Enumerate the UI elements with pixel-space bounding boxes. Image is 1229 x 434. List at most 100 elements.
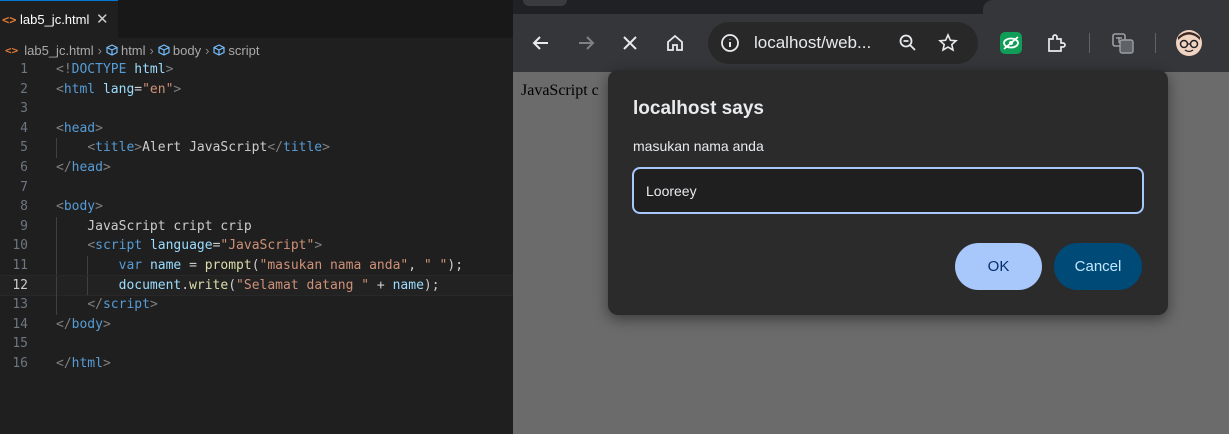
code-token: prompt [204, 257, 252, 273]
code-line[interactable]: 11 var name = prompt("masukan nama anda"… [0, 255, 513, 276]
code-token: </ [56, 316, 72, 332]
code-token: </ [56, 159, 72, 175]
code-token: JavaScript cript crip [56, 218, 252, 234]
code-line[interactable]: 14 </body> [0, 315, 513, 335]
code-token: ( [251, 257, 260, 273]
breadcrumb-separator: › [149, 42, 154, 58]
code-line[interactable]: 16 </html> [0, 354, 513, 374]
code-token: title [95, 140, 135, 156]
line-number: 12 [12, 277, 28, 293]
code-token: = [134, 81, 143, 97]
line-number: 6 [20, 159, 28, 175]
code-token: var [118, 257, 143, 273]
code-token: </ [267, 140, 283, 156]
code-text: <head> [56, 119, 103, 139]
code-line[interactable]: 3 [0, 99, 513, 119]
code-token: head [63, 120, 96, 136]
code-token: ( [228, 277, 237, 293]
code-line[interactable]: 10 <script language="JavaScript"> [0, 236, 513, 256]
code-token: ); [447, 257, 464, 273]
line-number: 16 [12, 355, 28, 371]
site-info-icon[interactable] [720, 33, 740, 53]
breadcrumb-script[interactable]: script [228, 43, 259, 58]
code-token: Alert JavaScript [142, 140, 268, 156]
forward-icon[interactable] [572, 29, 600, 57]
extension-green-icon[interactable] [997, 29, 1025, 57]
stop-icon[interactable] [616, 29, 644, 57]
line-number: 3 [20, 101, 28, 117]
code-line[interactable]: 13 </script> [0, 295, 513, 315]
back-icon[interactable] [527, 29, 555, 57]
prompt-dialog: localhost says masukan nama anda OK Canc… [608, 70, 1168, 315]
symbol-cube-icon [106, 44, 118, 56]
code-text: <title>Alert JavaScript</title> [56, 138, 330, 158]
prompt-input[interactable] [632, 167, 1144, 214]
breadcrumb-separator: › [97, 42, 102, 58]
profile-avatar-icon[interactable] [1175, 29, 1203, 57]
browser-tab[interactable] [983, 0, 1229, 14]
ok-button[interactable]: OK [955, 243, 1042, 290]
indent-guide [56, 216, 57, 237]
code-line[interactable]: 12 document.write("Selamat datang " + na… [0, 274, 514, 297]
editor-tab-bar: <> lab5_jc.html ✕ [0, 0, 513, 38]
home-icon[interactable] [661, 29, 689, 57]
code-token: write [189, 277, 229, 293]
code-token: title [283, 140, 323, 156]
close-tab-icon[interactable]: ✕ [96, 10, 109, 28]
code-token: " " [423, 257, 448, 273]
code-line[interactable]: 8 <body> [0, 197, 513, 217]
html-file-icon: <> [2, 12, 17, 27]
code-token: > [173, 81, 182, 97]
code-token: > [322, 140, 330, 156]
extensions-puzzle-icon[interactable] [1042, 29, 1070, 57]
code-text: </script> [56, 295, 157, 315]
editor-tab-lab5[interactable]: <> lab5_jc.html ✕ [0, 0, 118, 38]
code-line[interactable]: 5 <title>Alert JavaScript</title> [0, 138, 513, 158]
code-line[interactable]: 6 </head> [0, 158, 513, 178]
code-token: <! [56, 62, 72, 77]
zoom-icon[interactable] [898, 33, 918, 53]
code-token: > [102, 159, 111, 175]
url-text[interactable]: localhost/web... [754, 33, 871, 53]
code-line[interactable]: 1 <!DOCTYPE html> [0, 60, 513, 80]
code-line[interactable]: 15 [0, 334, 513, 354]
code-text: <body> [56, 197, 103, 217]
code-token: name [149, 257, 182, 273]
code-token: . [181, 277, 190, 293]
indent-guide [87, 255, 88, 276]
code-line[interactable]: 4 <head> [0, 119, 513, 139]
code-text: JavaScript cript crip [56, 217, 252, 237]
line-number: 10 [12, 238, 28, 254]
code-token: > [95, 120, 103, 136]
code-line[interactable]: 7 [0, 178, 513, 198]
code-text: </body> [56, 315, 111, 335]
code-text: <html lang="en"> [56, 80, 181, 100]
translate-icon[interactable] [1109, 29, 1137, 57]
toolbar-divider [1089, 33, 1090, 53]
address-bar[interactable]: localhost/web... [708, 22, 978, 64]
code-token: < [87, 140, 96, 156]
code-token: "JavaScript" [220, 238, 315, 254]
cancel-button[interactable]: Cancel [1054, 243, 1142, 290]
breadcrumb-body[interactable]: body [173, 43, 201, 58]
code-text: var name = prompt("masukan nama anda", "… [56, 256, 463, 276]
code-token: < [56, 120, 64, 136]
code-token: </ [87, 297, 103, 313]
browser-tab[interactable] [523, 0, 567, 6]
breadcrumb-separator: › [205, 42, 210, 58]
code-token: html [71, 355, 103, 371]
bookmark-star-icon[interactable] [938, 33, 958, 53]
code-line[interactable]: 2 <html lang="en"> [0, 80, 513, 100]
breadcrumb-html[interactable]: html [121, 43, 146, 58]
line-number: 1 [20, 62, 28, 77]
code-token: head [71, 159, 103, 175]
code-area[interactable]: 1 <!DOCTYPE html> 2 <html lang="en"> 3 4 <head… [0, 60, 514, 374]
breadcrumb-file[interactable]: lab5_jc.html [24, 43, 93, 58]
code-line[interactable]: 9 JavaScript cript crip [0, 216, 513, 237]
indent-guide [56, 255, 57, 276]
